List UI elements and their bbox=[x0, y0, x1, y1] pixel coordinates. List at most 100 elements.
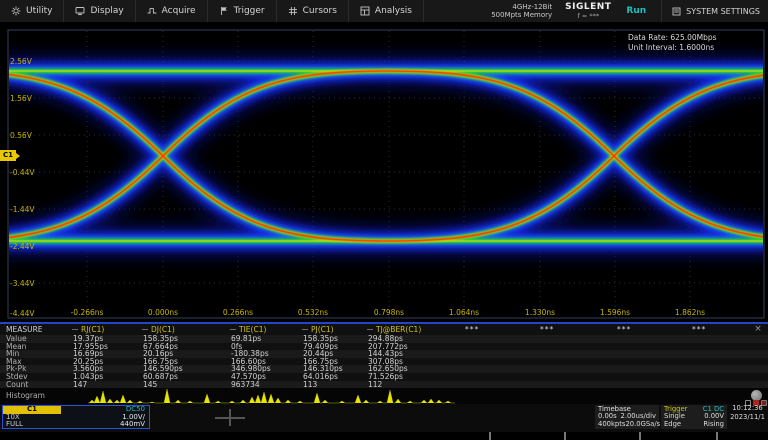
menu-item-label: Cursors bbox=[303, 6, 337, 16]
menu-item-cursors[interactable]: Cursors bbox=[277, 0, 349, 22]
measure-value: 47.570ps bbox=[229, 373, 301, 381]
system-settings-icon bbox=[672, 7, 681, 16]
menu-bar: Utility Display Acquire Trigger Cursors Analy… bbox=[0, 0, 768, 23]
measure-empty-cell bbox=[607, 365, 682, 373]
measure-column-empty[interactable]: *** bbox=[607, 324, 682, 335]
eye-diagram bbox=[0, 22, 768, 322]
menu-item-utility[interactable]: Utility bbox=[0, 0, 64, 22]
trigger-type: Edge bbox=[664, 421, 681, 428]
column-handle-icon bbox=[142, 329, 148, 330]
menu-item-trigger[interactable]: Trigger bbox=[208, 0, 277, 22]
trigger-box[interactable]: Trigger C1 DC Single 0.00V Edge Rising bbox=[661, 405, 727, 429]
measure-value: 64.016ps bbox=[301, 373, 366, 381]
menu-item-label: Utility bbox=[26, 6, 52, 16]
measure-value: 60.687ps bbox=[141, 373, 229, 381]
menu-item-label: Trigger bbox=[234, 6, 265, 16]
measure-row-label: Mean bbox=[0, 343, 71, 351]
measure-empty-cell bbox=[530, 343, 607, 351]
measure-column-header[interactable]: DJ(C1) bbox=[141, 324, 229, 335]
acq-resolution: 4GHz-12Bit bbox=[491, 3, 552, 11]
measure-value: 19.37ps bbox=[71, 335, 141, 343]
measure-column-empty[interactable]: *** bbox=[682, 324, 746, 335]
menu-item-analysis[interactable]: Analysis bbox=[349, 0, 424, 22]
menubar-status: 4GHz-12Bit 500Mpts Memory SIGLENT f = **… bbox=[491, 0, 768, 22]
measure-empty-cell bbox=[530, 335, 607, 343]
measure-empty-cell bbox=[682, 350, 746, 358]
acq-memory: 500Mpts Memory bbox=[491, 11, 552, 19]
clock[interactable]: 10:12:36 2023/11/1 bbox=[729, 404, 766, 422]
system-settings-button[interactable]: SYSTEM SETTINGS bbox=[661, 0, 760, 22]
data-rate-readout: Data Rate: 625.00Mbps bbox=[628, 33, 717, 43]
measure-table-title: MEASURE bbox=[0, 324, 71, 335]
measure-column-header[interactable]: RJ(C1) bbox=[71, 324, 141, 335]
channel-offset-marker[interactable]: C1 bbox=[0, 150, 16, 161]
y-axis-label: 0.56V bbox=[10, 131, 32, 140]
trigger-slope: Rising bbox=[703, 421, 724, 428]
measure-value: 294.88ps bbox=[366, 335, 455, 343]
y-axis-label: -1.44V bbox=[10, 205, 35, 214]
timebase-points: 400kpts bbox=[598, 421, 625, 428]
acquire-icon bbox=[147, 6, 157, 16]
measure-value: 146.310ps bbox=[301, 365, 366, 373]
measure-filler bbox=[746, 350, 768, 358]
measure-value: 346.980ps bbox=[229, 365, 301, 373]
eye-trace bbox=[0, 71, 768, 241]
measure-value: 1.043ps bbox=[71, 373, 141, 381]
brand-name: SIGLENT bbox=[565, 2, 611, 12]
measure-filler bbox=[746, 335, 768, 343]
measure-column-empty[interactable]: *** bbox=[455, 324, 530, 335]
column-handle-icon bbox=[230, 329, 236, 330]
measure-empty-cell bbox=[530, 350, 607, 358]
measure-column-empty[interactable]: *** bbox=[530, 324, 607, 335]
measure-column-header[interactable]: TIE(C1) bbox=[229, 324, 301, 335]
brand: SIGLENT f = *** bbox=[565, 2, 611, 20]
measure-row-label: Max bbox=[0, 358, 71, 366]
acquisition-info: 4GHz-12Bit 500Mpts Memory bbox=[491, 3, 552, 19]
channel-bandwidth: FULL bbox=[3, 421, 61, 429]
measure-value: 3.560ps bbox=[71, 365, 141, 373]
measure-row-label: Stdev bbox=[0, 373, 71, 381]
measure-row-label: Min bbox=[0, 350, 71, 358]
measure-row-label: Pk-Pk bbox=[0, 365, 71, 373]
measure-value: 166.75ps bbox=[141, 358, 229, 366]
timebase-box[interactable]: Timebase 0.00s 2.00us/div 400kpts 20.0GS… bbox=[595, 405, 659, 429]
measure-value: 158.35ps bbox=[141, 335, 229, 343]
trigger-frequency: f = *** bbox=[565, 12, 611, 20]
close-table-icon[interactable]: × bbox=[746, 324, 768, 335]
clock-date: 2023/11/1 bbox=[729, 413, 766, 422]
menu-item-acquire[interactable]: Acquire bbox=[136, 0, 208, 22]
measure-empty-cell bbox=[455, 343, 530, 351]
x-axis-label: 0.532ns bbox=[291, 308, 335, 317]
measure-column-header[interactable]: TJ@BER(C1) bbox=[366, 324, 455, 335]
measure-empty-cell bbox=[455, 358, 530, 366]
run-status-badge[interactable]: Run bbox=[624, 6, 648, 16]
eye-measurements-overlay: Data Rate: 625.00Mbps Unit Interval: 1.6… bbox=[628, 33, 717, 53]
x-axis-label: 1.862ns bbox=[668, 308, 712, 317]
x-axis-label: 0.000ns bbox=[141, 308, 185, 317]
histogram-row: Histogram bbox=[0, 388, 768, 404]
measure-filler bbox=[746, 343, 768, 351]
x-axis-label: 1.064ns bbox=[442, 308, 486, 317]
measure-value: 20.25ps bbox=[71, 358, 141, 366]
measure-value: 79.409ps bbox=[301, 343, 366, 351]
y-axis-label: -4.44V bbox=[10, 309, 35, 318]
measure-filler bbox=[746, 358, 768, 366]
menu-item-display[interactable]: Display bbox=[64, 0, 135, 22]
measure-empty-cell bbox=[607, 358, 682, 366]
measure-empty-cell bbox=[455, 350, 530, 358]
x-axis-label: 1.330ns bbox=[518, 308, 562, 317]
measure-value: 67.664ps bbox=[141, 343, 229, 351]
menu-item-label: Acquire bbox=[162, 6, 196, 16]
measure-value: 71.526ps bbox=[366, 373, 455, 381]
measure-empty-cell bbox=[682, 343, 746, 351]
measure-row-label: Value bbox=[0, 335, 71, 343]
measure-empty-cell bbox=[682, 373, 746, 381]
y-axis-label: 2.56V bbox=[10, 57, 32, 66]
measure-column-header[interactable]: PJ(C1) bbox=[301, 324, 366, 335]
measure-value: 0fs bbox=[229, 343, 301, 351]
x-axis-label: -0.266ns bbox=[65, 308, 109, 317]
channel-descriptor-c1[interactable]: C1 DC50 10X 1.00V/ FULL 440mV bbox=[2, 405, 150, 429]
y-axis-label: 1.56V bbox=[10, 94, 32, 103]
measure-filler bbox=[746, 373, 768, 381]
bottom-bar: C1 DC50 10X 1.00V/ FULL 440mV Timebase 0… bbox=[0, 404, 768, 432]
